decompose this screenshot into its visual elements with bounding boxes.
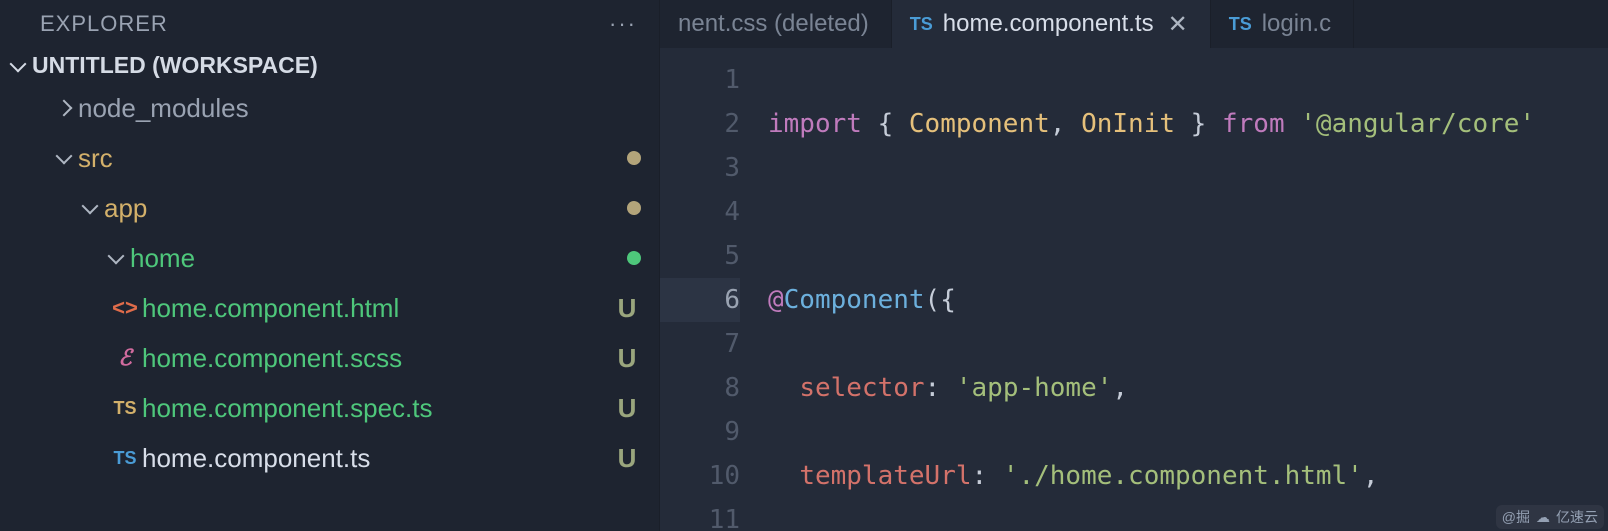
git-status-badge: U — [613, 293, 641, 324]
tree-file-home-component-spec-ts[interactable]: TS home.component.spec.ts U — [0, 383, 659, 433]
watermark-brand: 亿速云 — [1556, 507, 1598, 527]
line-number: 1 — [660, 58, 740, 102]
tab-login-c[interactable]: TS login.c — [1211, 0, 1354, 48]
tree-file-home-component-scss[interactable]: ℰ home.component.scss U — [0, 333, 659, 383]
workspace-header[interactable]: UNTITLED (WORKSPACE) — [0, 48, 659, 83]
scss-file-icon: ℰ — [108, 345, 142, 371]
tree-folder-src[interactable]: src — [0, 133, 659, 183]
tree-folder-app[interactable]: app — [0, 183, 659, 233]
line-number: 7 — [660, 322, 740, 366]
file-label: home.component.spec.ts — [142, 393, 605, 424]
close-icon[interactable]: ✕ — [1168, 10, 1188, 39]
tree-file-home-component-html[interactable]: <> home.component.html U — [0, 283, 659, 333]
line-number: 8 — [660, 366, 740, 410]
line-number-gutter: 1 2 3 4 5 6 7 8 9 10 11 — [660, 58, 768, 531]
file-label: home.component.scss — [142, 343, 605, 374]
workspace-title: UNTITLED (WORKSPACE) — [32, 52, 318, 79]
line-number: 6 — [660, 278, 740, 322]
folder-label: app — [104, 193, 619, 224]
line-number: 10 — [660, 454, 740, 498]
tab-label: home.component.ts — [943, 10, 1154, 38]
tab-deleted-css[interactable]: nent.css (deleted) — [660, 0, 892, 48]
chevron-down-icon — [10, 55, 27, 72]
folder-label: node_modules — [78, 93, 641, 124]
html-file-icon: <> — [108, 295, 142, 321]
more-icon[interactable]: ··· — [609, 11, 637, 37]
chevron-right-icon — [50, 102, 78, 114]
chevron-down-icon — [102, 250, 130, 266]
watermark-at: @掘 — [1502, 507, 1530, 527]
folder-label: src — [78, 143, 619, 174]
chevron-down-icon — [76, 200, 104, 216]
file-tree: node_modules src app home <> home.compon… — [0, 83, 659, 483]
ts-file-icon: TS — [108, 448, 142, 469]
tab-label: nent.css (deleted) — [678, 10, 869, 38]
code-content[interactable]: import { Component, OnInit } from '@angu… — [768, 58, 1608, 531]
line-number: 4 — [660, 190, 740, 234]
tree-folder-node_modules[interactable]: node_modules — [0, 83, 659, 133]
tree-file-home-component-ts[interactable]: TS home.component.ts U — [0, 433, 659, 483]
git-status-badge: U — [613, 443, 641, 474]
line-number: 9 — [660, 410, 740, 454]
ts-test-file-icon: TS — [108, 398, 142, 419]
line-number: 3 — [660, 146, 740, 190]
git-status-badge: U — [613, 393, 641, 424]
ts-file-icon: TS — [1229, 14, 1252, 35]
file-label: home.component.ts — [142, 443, 605, 474]
explorer-header: EXPLORER ··· — [0, 0, 659, 48]
folder-label: home — [130, 243, 619, 274]
modified-dot-icon — [627, 201, 641, 215]
modified-dot-icon — [627, 151, 641, 165]
tree-folder-home[interactable]: home — [0, 233, 659, 283]
explorer-sidebar: EXPLORER ··· UNTITLED (WORKSPACE) node_m… — [0, 0, 660, 531]
code-editor[interactable]: 1 2 3 4 5 6 7 8 9 10 11 import { Compone… — [660, 48, 1608, 531]
tab-label: login.c — [1262, 10, 1331, 38]
line-number: 11 — [660, 498, 740, 531]
file-label: home.component.html — [142, 293, 605, 324]
tab-bar: nent.css (deleted) TS home.component.ts … — [660, 0, 1608, 48]
chevron-down-icon — [50, 150, 78, 166]
editor-pane: nent.css (deleted) TS home.component.ts … — [660, 0, 1608, 531]
explorer-title: EXPLORER — [40, 11, 168, 37]
line-number: 5 — [660, 234, 740, 278]
line-number: 2 — [660, 102, 740, 146]
watermark: @掘 ☁ 亿速云 — [1496, 505, 1604, 529]
untracked-dot-icon — [627, 251, 641, 265]
git-status-badge: U — [613, 343, 641, 374]
cloud-icon: ☁ — [1536, 509, 1550, 526]
ts-file-icon: TS — [910, 14, 933, 35]
tab-home-component-ts[interactable]: TS home.component.ts ✕ — [892, 0, 1211, 48]
